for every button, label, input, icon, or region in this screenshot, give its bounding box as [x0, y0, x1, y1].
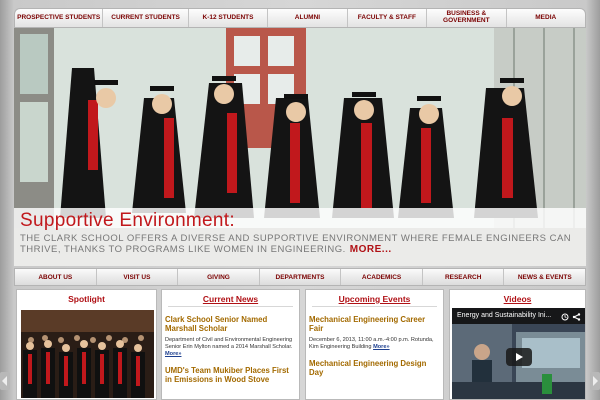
- video-controls: [561, 312, 581, 328]
- nav-k12-students[interactable]: K-12 Students: [189, 9, 269, 27]
- event-item-title[interactable]: Mechanical Engineering Career Fair: [309, 315, 440, 333]
- hero-title: Supportive Environment:: [20, 210, 235, 231]
- videos-title[interactable]: Videos: [450, 290, 585, 306]
- main-nav: About Us Visit Us Giving Departments Aca…: [14, 268, 586, 286]
- nav-visit-us[interactable]: Visit Us: [97, 269, 179, 285]
- event-item-body: December 6, 2013, 11:00 a.m.-4:00 p.m. R…: [309, 337, 440, 351]
- event-item-text: December 6, 2013, 11:00 a.m.-4:00 p.m. R…: [309, 337, 434, 350]
- chevron-right-icon: [593, 376, 598, 386]
- current-news-panel: Current News Clark School Senior Named M…: [161, 289, 300, 400]
- news-item-text: Department of Civil and Environmental En…: [165, 337, 293, 350]
- hero-caption: Supportive Environment: The Clark School…: [14, 208, 586, 266]
- video-title-bar: Energy and Sustainability Ini...: [452, 308, 585, 324]
- video-title[interactable]: Energy and Sustainability Ini...: [457, 312, 551, 319]
- nav-business-government[interactable]: Business & Government: [427, 9, 507, 27]
- news-item-title[interactable]: Clark School Senior Named Marshall Schol…: [165, 315, 296, 333]
- current-news-title[interactable]: Current News: [162, 290, 299, 306]
- nav-news-events[interactable]: News & Events: [504, 269, 585, 285]
- hero-more-link[interactable]: MORE...: [350, 244, 392, 255]
- news-item-body: Department of Civil and Environmental En…: [165, 337, 296, 358]
- nav-prospective-students[interactable]: Prospective Students: [15, 9, 104, 27]
- spotlight-title: Spotlight: [68, 294, 105, 304]
- news-item: UMD's Team Mukiber Places First in Emiss…: [162, 366, 299, 384]
- chevron-left-icon: [2, 376, 7, 386]
- upcoming-events-title[interactable]: Upcoming Events: [306, 290, 443, 306]
- upcoming-events-panel: Upcoming Events Mechanical Engineering C…: [305, 289, 444, 400]
- news-item: Clark School Senior Named Marshall Schol…: [162, 315, 299, 358]
- news-more-link[interactable]: More»: [165, 351, 181, 357]
- event-item: Mechanical Engineering Career Fair Decem…: [306, 315, 443, 351]
- nav-media[interactable]: Media: [507, 9, 585, 27]
- clock-share-icons[interactable]: [561, 313, 581, 321]
- event-item: Mechanical Engineering Design Day: [306, 359, 443, 377]
- nav-giving[interactable]: Giving: [178, 269, 260, 285]
- news-item-title[interactable]: UMD's Team Mukiber Places First in Emiss…: [165, 366, 296, 384]
- event-item-title[interactable]: Mechanical Engineering Design Day: [309, 359, 440, 377]
- scroll-right-button[interactable]: [590, 372, 600, 390]
- divider: [168, 306, 293, 307]
- hero-banner[interactable]: Supportive Environment: The Clark School…: [14, 28, 586, 266]
- nav-academics[interactable]: Academics: [341, 269, 423, 285]
- nav-alumni[interactable]: Alumni: [268, 9, 348, 27]
- hero-description-text: The Clark School offers a diverse and su…: [20, 233, 572, 255]
- play-icon: [516, 353, 523, 361]
- spotlight-photo[interactable]: [21, 310, 154, 398]
- nav-about-us[interactable]: About Us: [15, 269, 97, 285]
- nav-current-students[interactable]: Current Students: [103, 9, 189, 27]
- nav-research[interactable]: Research: [423, 269, 505, 285]
- scroll-left-button[interactable]: [0, 372, 10, 390]
- event-more-link[interactable]: More»: [373, 344, 389, 350]
- divider: [312, 306, 437, 307]
- play-button[interactable]: [506, 348, 532, 366]
- videos-panel: Videos Energy and Sustainability Ini...: [449, 289, 586, 400]
- nav-departments[interactable]: Departments: [260, 269, 342, 285]
- hero-description: The Clark School offers a diverse and su…: [20, 233, 580, 255]
- spotlight-panel: Spotlight: [16, 289, 157, 400]
- nav-faculty-staff[interactable]: Faculty & Staff: [348, 9, 428, 27]
- video-player[interactable]: Energy and Sustainability Ini...: [452, 308, 585, 399]
- audience-nav: Prospective Students Current Students K-…: [14, 8, 586, 28]
